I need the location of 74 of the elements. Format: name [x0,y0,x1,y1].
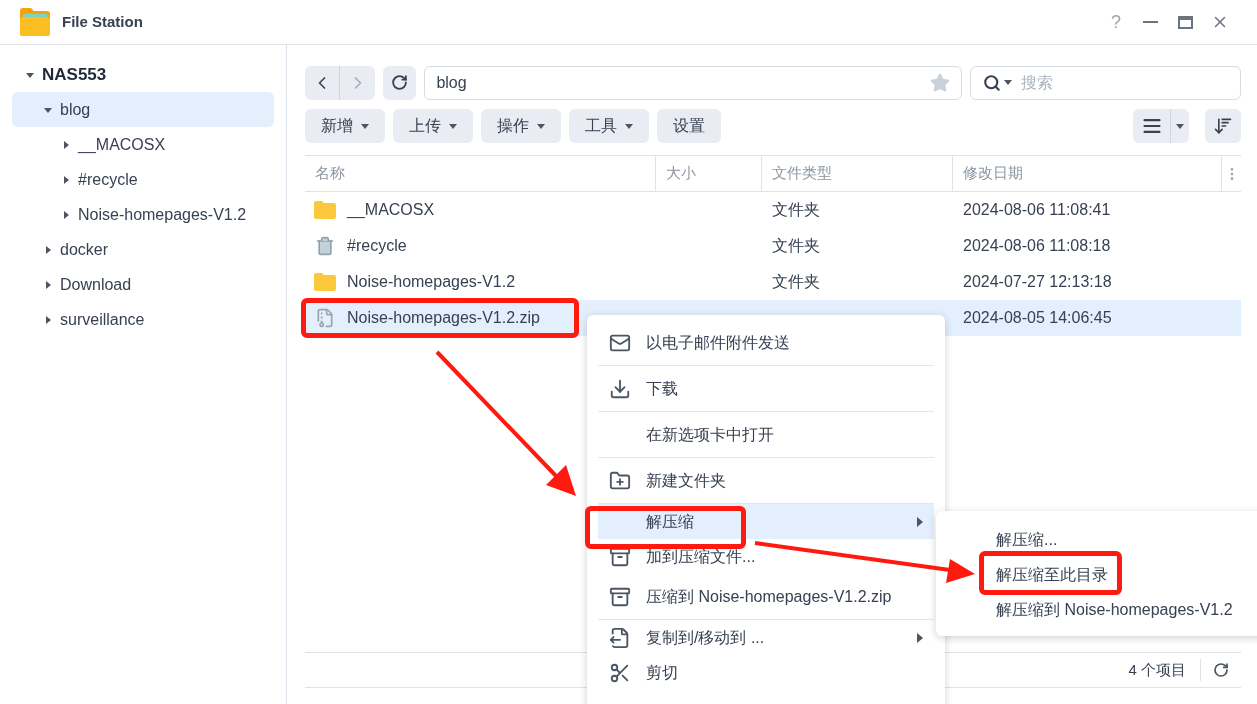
file-name: __MACOSX [347,200,435,220]
file-name: Noise-homepages-V1.2.zip [347,308,540,328]
tree-item[interactable]: Download [12,267,274,302]
file-type: 文件夹 [772,272,820,292]
tree-item[interactable]: docker [12,232,274,267]
modified-date: 2024-07-27 12:13:18 [963,272,1112,292]
menu-item[interactable]: 在新选项卡中打开 [598,412,934,457]
tree-item[interactable]: Noise-homepages-V1.2 [12,197,274,232]
collapsed-arrow-icon[interactable] [43,279,53,290]
file-export-icon [609,626,631,649]
folder-icon [314,201,336,219]
submenu-arrow-icon [917,516,923,527]
refresh-icon[interactable] [391,74,409,91]
list-icon[interactable] [1141,116,1162,136]
toolbar-button[interactable]: 操作 [481,109,561,143]
window-title: File Station [62,11,143,32]
caret-icon [361,123,369,129]
file-type: 文件夹 [772,200,820,220]
collapsed-arrow-icon[interactable] [61,174,71,185]
tree-item[interactable]: #recycle [12,162,274,197]
toolbar-button[interactable]: 工具 [569,109,649,143]
file-name: Noise-homepages-V1.2 [347,272,516,292]
search-input[interactable]: 搜索 [1021,70,1228,95]
maximize-button[interactable] [1178,15,1193,29]
item-count: 4 个项目 [1128,658,1201,682]
tree-item[interactable]: blog [12,92,274,127]
collapsed-arrow-icon[interactable] [61,209,71,220]
menu-item[interactable]: 下载 [598,366,934,411]
folder-icon [314,273,336,291]
caret-icon [1004,80,1012,85]
tree-item[interactable]: __MACOSX [12,127,274,162]
collapsed-arrow-icon[interactable] [61,139,71,150]
menu-item[interactable]: 复制到/移动到 ... [598,620,934,655]
caret-icon [537,123,545,129]
toolbar-button[interactable]: 上传 [393,109,473,143]
modified-date: 2024-08-05 14:06:45 [963,308,1112,328]
toolbar-button[interactable]: 新增 [305,109,385,143]
menu-item[interactable]: 压缩到 Noise-homepages-V1.2.zip [598,574,934,619]
folder-app-icon [20,8,50,36]
menu-item[interactable]: 解压缩... [996,522,1257,557]
menu-item[interactable]: 以电子邮件附件发送 [598,320,934,365]
menu-item[interactable]: 剪切 [598,655,934,690]
tree-item[interactable]: surveillance [12,302,274,337]
star-icon[interactable] [930,72,950,93]
modified-date: 2024-08-06 11:08:18 [963,236,1111,256]
collapsed-arrow-icon[interactable] [43,244,53,255]
zip-file-icon [315,308,335,328]
refresh-button[interactable] [383,65,417,100]
collapsed-arrow-icon[interactable] [43,314,53,325]
path-field[interactable]: blog [424,65,962,100]
menu-item[interactable]: 解压缩到 Noise-homepages-V1.2 [996,592,1257,627]
refresh-button[interactable] [1213,662,1229,678]
tree-item[interactable]: NAS553 [12,57,274,92]
search-field[interactable]: 搜索 [970,65,1241,100]
download-icon [609,377,631,400]
file-name: #recycle [347,236,407,256]
sort-icon[interactable] [1213,116,1233,136]
modified-date: 2024-08-06 11:08:41 [963,200,1111,220]
new-folder-icon [609,469,631,492]
trash-icon [315,236,335,256]
toolbar-button[interactable]: 设置 [657,109,721,143]
caret-icon [625,123,633,129]
search-icon[interactable] [983,73,1001,92]
caret-icon [449,123,457,129]
caret-icon [1176,123,1184,129]
menu-item[interactable]: 解压缩至此目录 [996,557,1257,592]
file-type: 文件夹 [772,236,820,256]
menu-item[interactable]: 加到压缩文件... [598,539,934,574]
archive-icon [609,585,631,608]
menu-item[interactable]: 新建文件夹 [598,458,934,503]
menu-item[interactable]: 解压缩 [598,504,934,539]
scissors-icon [609,661,631,684]
submenu-arrow-icon [917,632,923,643]
sort-button[interactable] [1205,109,1241,143]
